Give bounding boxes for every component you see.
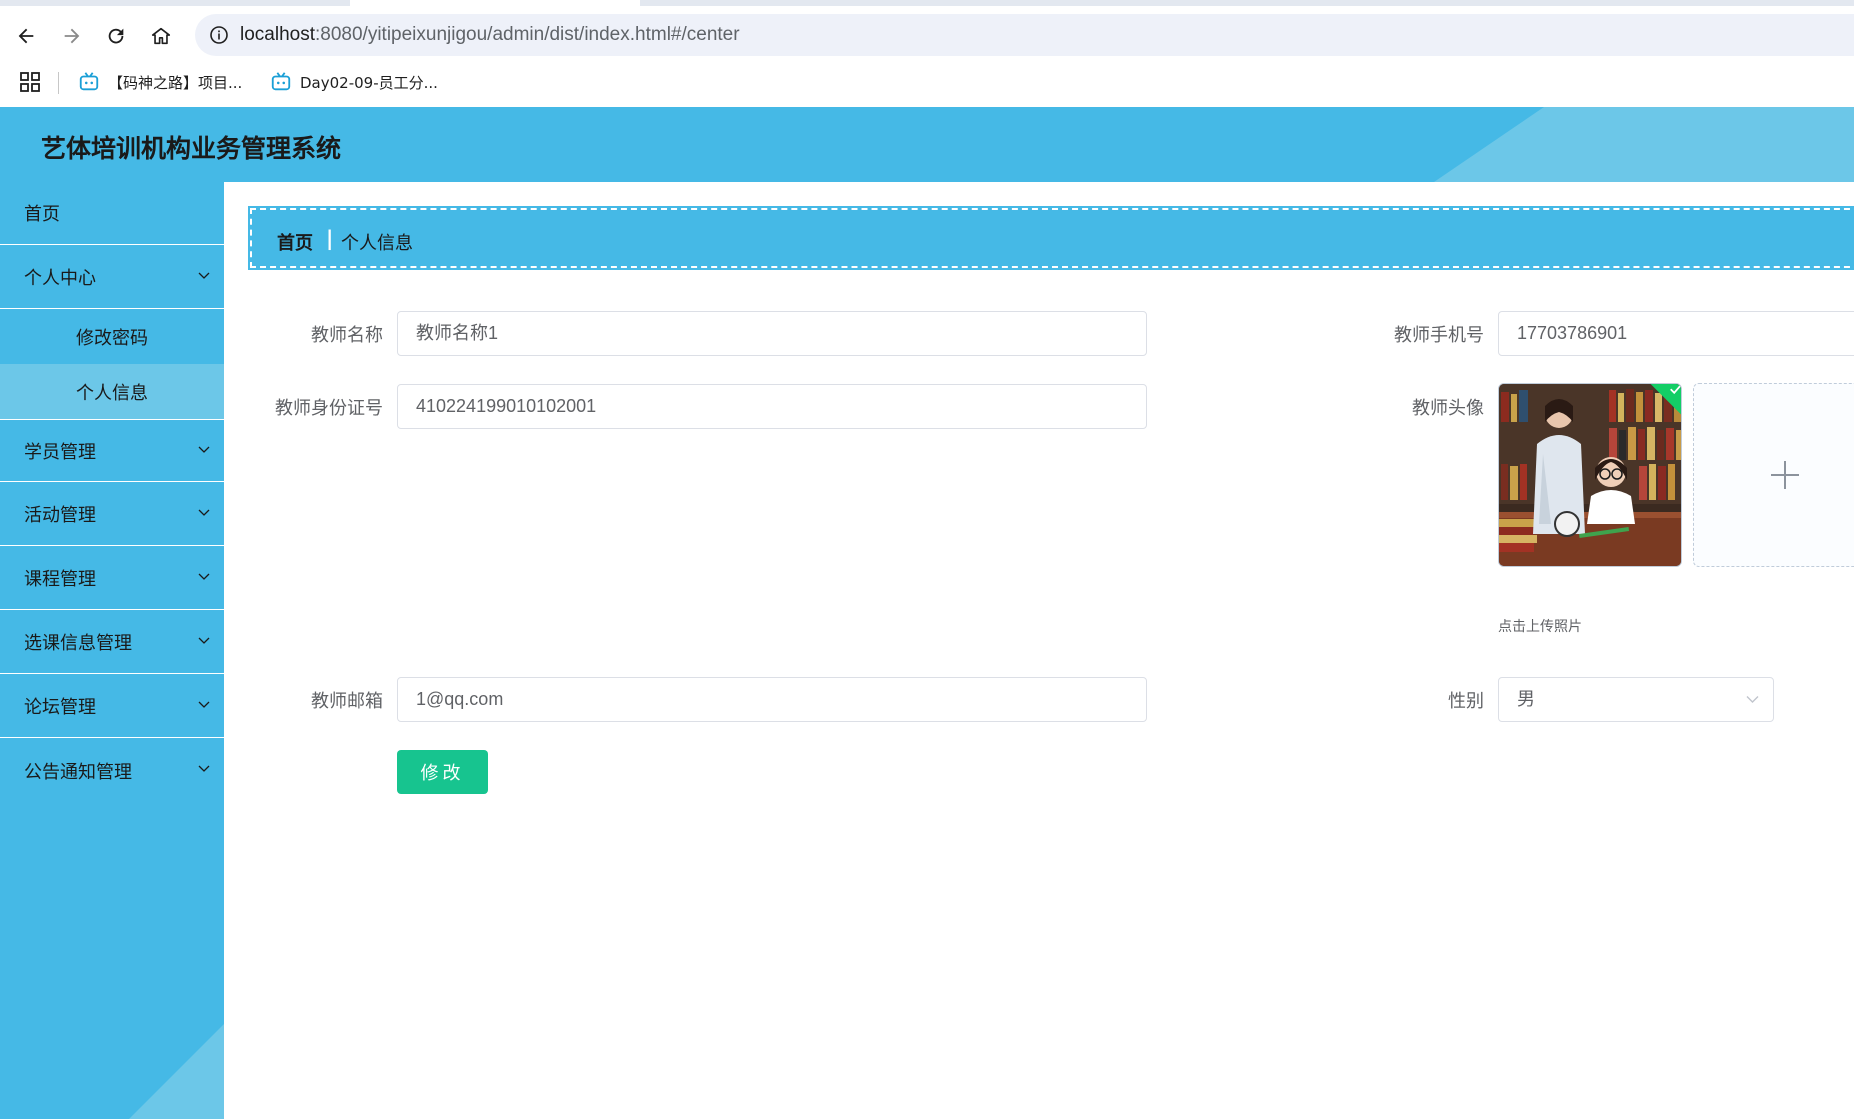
bilibili-icon <box>79 72 99 91</box>
bookmark-label: Day02-09-员工分... <box>300 73 438 92</box>
bookmarks-divider <box>58 72 59 94</box>
sidebar-item-label: 论坛管理 <box>24 697 96 718</box>
chevron-down-icon <box>198 637 210 644</box>
info-icon[interactable] <box>209 25 229 45</box>
teacher-email-input[interactable]: 1@qq.com <box>397 677 1147 722</box>
gender-label: 性别 <box>1448 691 1484 712</box>
bookmarks-bar: 【码神之路】项目... Day02-09-员工分... <box>0 64 1854 100</box>
teacher-idcard-label: 教师身份证号 <box>275 398 383 419</box>
chevron-down-icon <box>198 573 210 580</box>
sidebar-item-label: 学员管理 <box>24 441 96 463</box>
breadcrumb-separator: | <box>326 226 334 250</box>
sidebar-item-personal-info[interactable]: 个人信息 <box>0 364 224 419</box>
avatar-photo <box>1499 384 1681 566</box>
reload-icon[interactable] <box>96 16 136 56</box>
breadcrumb-home[interactable]: 首页 <box>277 229 313 255</box>
chevron-down-icon <box>1746 696 1759 703</box>
sidebar-item-forum-management[interactable]: 论坛管理 <box>0 675 224 738</box>
breadcrumb: 首页 | 个人信息 <box>248 206 1854 270</box>
sidebar-item-notice-management[interactable]: 公告通知管理 <box>0 739 224 802</box>
url-host: localhost <box>240 24 315 45</box>
breadcrumb-current: 个人信息 <box>341 233 413 254</box>
bookmark-label: 【码神之路】项目... <box>108 73 243 92</box>
header-decoration <box>1434 107 1854 182</box>
sidebar-item-change-password[interactable]: 修改密码 <box>0 309 224 364</box>
chevron-down-icon <box>198 272 210 279</box>
check-icon <box>1670 384 1681 395</box>
avatar-image[interactable] <box>1498 383 1682 567</box>
teacher-phone-label: 教师手机号 <box>1394 325 1484 346</box>
plus-icon <box>1771 461 1799 489</box>
forward-icon[interactable] <box>52 16 92 56</box>
sidebar-item-course-management[interactable]: 课程管理 <box>0 547 224 610</box>
sidebar-item-label: 首页 <box>24 204 60 225</box>
sidebar-item-activity-management[interactable]: 活动管理 <box>0 483 224 546</box>
sidebar-decoration <box>129 1024 224 1119</box>
teacher-phone-input[interactable]: 17703786901 <box>1498 311 1854 356</box>
teacher-name-input[interactable]: 教师名称1 <box>397 311 1147 356</box>
url-path: :8080/yitipeixunjigou/admin/dist/index.h… <box>315 24 740 45</box>
sidebar-item-label: 公告通知管理 <box>24 761 132 783</box>
teacher-idcard-input[interactable]: 410224199010102001 <box>397 384 1147 429</box>
sidebar-item-home[interactable]: 首页 <box>0 182 224 245</box>
sidebar-item-label: 选课信息管理 <box>24 633 132 654</box>
sidebar-item-label: 个人中心 <box>24 268 96 289</box>
teacher-name-label: 教师名称 <box>311 325 383 346</box>
sidebar: 首页 个人中心 修改密码 个人信息 学员管理 活动管理 课程管理 选课信息管理 … <box>0 182 224 1119</box>
upload-button[interactable] <box>1693 383 1854 567</box>
gender-select[interactable]: 男 <box>1498 677 1774 722</box>
bilibili-icon <box>271 72 291 91</box>
home-icon[interactable] <box>141 16 181 56</box>
address-bar[interactable]: localhost:8080/yitipeixunjigou/admin/dis… <box>195 14 1854 56</box>
sidebar-item-label: 个人信息 <box>76 382 148 404</box>
app-header: 艺体培训机构业务管理系统 <box>0 107 1854 182</box>
sidebar-item-personal-center[interactable]: 个人中心 <box>0 246 224 309</box>
sidebar-item-label: 课程管理 <box>24 569 96 590</box>
teacher-avatar-label: 教师头像 <box>1412 398 1484 419</box>
submit-button[interactable]: 修改 <box>397 750 488 794</box>
browser-chrome: localhost:8080/yitipeixunjigou/admin/dis… <box>0 0 1854 107</box>
bookmark-item[interactable]: 【码神之路】项目... <box>78 68 242 96</box>
chevron-down-icon <box>198 446 210 453</box>
app-title: 艺体培训机构业务管理系统 <box>41 134 342 163</box>
apps-icon[interactable] <box>18 70 42 94</box>
tab-strip <box>0 0 1854 6</box>
teacher-email-label: 教师邮箱 <box>311 691 383 712</box>
browser-navbar: localhost:8080/yitipeixunjigou/admin/dis… <box>0 10 1854 60</box>
back-icon[interactable] <box>6 16 46 56</box>
active-tab[interactable] <box>350 0 640 6</box>
chevron-down-icon <box>198 701 210 708</box>
sidebar-item-student-management[interactable]: 学员管理 <box>0 419 224 482</box>
upload-tip: 点击上传照片 <box>1498 619 1582 635</box>
chevron-down-icon <box>198 765 210 772</box>
chevron-down-icon <box>198 509 210 516</box>
gender-select-value: 男 <box>1517 689 1535 709</box>
sidebar-item-course-selection-management[interactable]: 选课信息管理 <box>0 611 224 674</box>
bookmark-item[interactable]: Day02-09-员工分... <box>270 68 438 96</box>
url-text: localhost:8080/yitipeixunjigou/admin/dis… <box>240 24 740 46</box>
sidebar-item-label: 活动管理 <box>24 505 96 526</box>
sidebar-item-label: 修改密码 <box>76 327 148 349</box>
